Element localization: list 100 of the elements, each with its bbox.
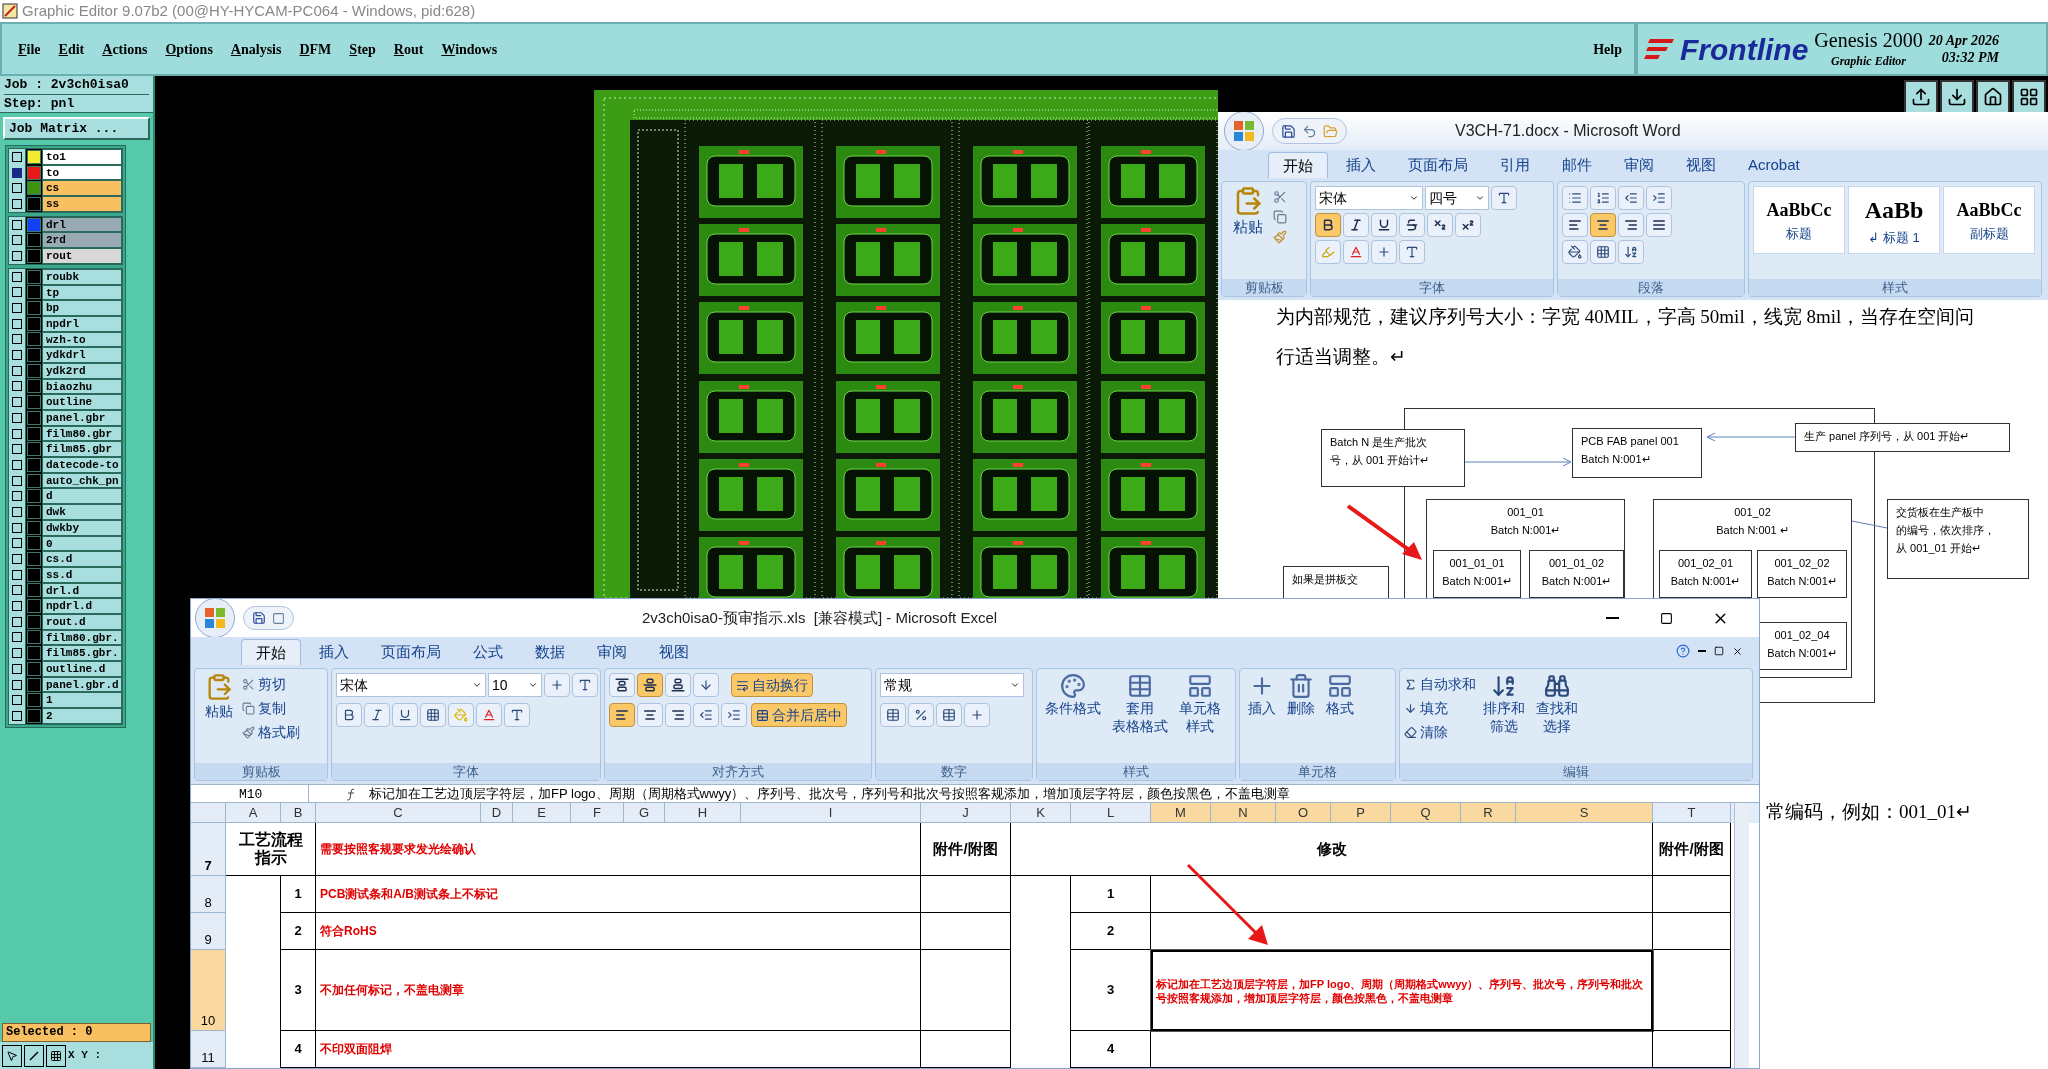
font-color-button[interactable] [1343, 240, 1369, 264]
layer-name[interactable]: dwk [42, 504, 122, 520]
layer-name[interactable]: outline.d [42, 661, 122, 677]
align-top-button[interactable] [609, 673, 635, 697]
cell-styles-button[interactable]: 单元格 样式 [1175, 673, 1225, 735]
shrink-font-button[interactable] [572, 673, 598, 697]
column-header[interactable]: K [1011, 803, 1071, 823]
row-header[interactable]: 9 [191, 913, 226, 950]
layer-checkbox[interactable] [12, 219, 22, 230]
layer-name[interactable]: to1 [42, 149, 122, 165]
name-box[interactable]: M10 [191, 785, 309, 802]
align-center-button[interactable] [637, 703, 663, 727]
clipboard-action[interactable]: 格式刷 [242, 721, 300, 743]
bold-button[interactable] [1315, 213, 1341, 237]
office-button[interactable] [195, 599, 235, 638]
menu-item[interactable]: Rout [393, 38, 424, 60]
layer-name[interactable]: 2rd [42, 232, 122, 249]
italic-button[interactable] [1343, 213, 1369, 237]
layer-checkbox[interactable] [12, 554, 22, 565]
font-dropdown[interactable]: 宋体 [336, 673, 486, 697]
phonetic-button[interactable] [1491, 186, 1517, 210]
align-middle-button[interactable] [637, 673, 663, 697]
delete-button[interactable]: 删除 [1283, 673, 1319, 717]
layer-checkbox[interactable] [12, 585, 22, 596]
layer-checkbox[interactable] [12, 334, 22, 345]
table-format-button[interactable]: 套用 表格格式 [1108, 673, 1172, 735]
layer-checkbox[interactable] [12, 198, 22, 209]
insert-button[interactable]: 插入 [1244, 673, 1280, 717]
column-header[interactable]: T [1653, 803, 1731, 823]
style-preset[interactable]: AaBb ↲ 标题 1 [1848, 186, 1940, 254]
layer-checkbox[interactable] [12, 459, 22, 470]
menu-item[interactable]: Options [165, 38, 213, 60]
style-preset[interactable]: AaBbCc 副标题 [1943, 186, 2035, 254]
layer-checkbox[interactable] [12, 428, 22, 439]
column-header[interactable]: A [226, 803, 281, 823]
phonetic-button[interactable] [504, 703, 530, 727]
column-header[interactable]: G [624, 803, 665, 823]
clear-format-button[interactable] [1399, 240, 1425, 264]
layer-checkbox[interactable] [12, 318, 22, 329]
align-center-button[interactable] [1590, 213, 1616, 237]
row-header[interactable]: 8 [191, 876, 226, 913]
align-right-button[interactable] [665, 703, 691, 727]
paste-button[interactable]: 粘贴 [199, 673, 239, 722]
style-preset[interactable]: AaBbCc 标题 [1753, 186, 1845, 254]
layer-checkbox[interactable] [12, 648, 22, 659]
format-button[interactable]: 格式 [1322, 673, 1358, 717]
layer-name[interactable]: cs.d [42, 551, 122, 567]
layer-name[interactable]: npdrl.d [42, 598, 122, 614]
menu-item[interactable]: Windows [441, 38, 498, 60]
borders-button[interactable] [1590, 240, 1616, 264]
align-left-button[interactable] [609, 703, 635, 727]
ribbon-tab[interactable]: 视图 [645, 639, 703, 665]
bullets-button[interactable] [1562, 186, 1588, 210]
layer-checkbox[interactable] [12, 475, 22, 486]
layer-checkbox[interactable] [12, 151, 22, 162]
layer-checkbox[interactable] [12, 250, 22, 261]
layer-checkbox[interactable] [12, 303, 22, 314]
italic-button[interactable] [364, 703, 390, 727]
layer-checkbox[interactable] [12, 538, 22, 549]
column-header[interactable]: M [1151, 803, 1211, 823]
column-header[interactable]: P [1331, 803, 1391, 823]
grid-tool-button[interactable] [46, 1044, 66, 1067]
increase-indent-button[interactable] [721, 703, 747, 727]
layer-checkbox[interactable] [12, 663, 22, 674]
paste-button[interactable]: 粘贴 [1226, 186, 1270, 239]
office-button[interactable] [1224, 112, 1264, 151]
increase-indent-button[interactable] [1646, 186, 1672, 210]
bold-button[interactable] [336, 703, 362, 727]
layer-name[interactable]: film85.gbr. [42, 645, 122, 661]
layer-checkbox[interactable] [12, 616, 22, 627]
currency-button[interactable] [880, 703, 906, 727]
layer-checkbox[interactable] [12, 710, 22, 721]
edit-action[interactable]: 清除 [1404, 721, 1476, 743]
superscript-button[interactable] [1455, 213, 1481, 237]
underline-button[interactable] [392, 703, 418, 727]
conditional-format-button[interactable]: 条件格式 [1041, 673, 1105, 717]
ribbon-tab[interactable]: 视图 [1672, 152, 1730, 178]
layer-name[interactable]: panel.gbr [42, 410, 122, 426]
layer-checkbox[interactable] [12, 569, 22, 580]
wrap-text-button[interactable]: 自动换行 [731, 673, 813, 697]
menu-item[interactable]: Step [349, 38, 376, 60]
underline-button[interactable] [1371, 213, 1397, 237]
ribbon-tab[interactable]: 公式 [459, 639, 517, 665]
fill-color-button[interactable] [448, 703, 474, 727]
number-format-dropdown[interactable]: 常规 [880, 673, 1024, 697]
ribbon-tab[interactable]: 数据 [521, 639, 579, 665]
menu-item[interactable]: Actions [102, 38, 148, 60]
comma-style-button[interactable] [936, 703, 962, 727]
font-size-dropdown[interactable]: 10 [488, 673, 542, 697]
column-header[interactable]: C [316, 803, 481, 823]
layer-checkbox[interactable] [12, 365, 22, 376]
layer-name[interactable]: bp [42, 300, 122, 316]
column-header[interactable]: F [571, 803, 624, 823]
column-header[interactable]: I [741, 803, 921, 823]
shading-button[interactable] [1562, 240, 1588, 264]
menu-item[interactable]: Edit [58, 38, 85, 60]
layer-checkbox[interactable] [12, 444, 22, 455]
ribbon-tab[interactable]: Acrobat [1734, 152, 1814, 178]
layer-checkbox[interactable] [12, 271, 22, 282]
column-header[interactable]: Q [1391, 803, 1461, 823]
